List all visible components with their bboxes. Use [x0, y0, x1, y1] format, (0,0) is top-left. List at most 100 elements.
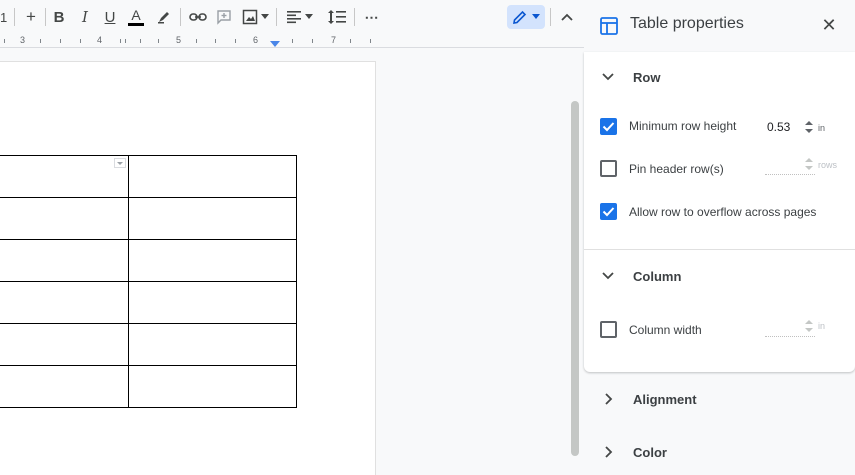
table-cell[interactable]: [0, 239, 129, 282]
hide-menus-button[interactable]: [556, 5, 578, 29]
more-options-button[interactable]: ⋯: [361, 5, 383, 29]
docs-app: 1 + B I U A ⋯ 3 4 5 6 7 Table properties…: [0, 0, 855, 475]
column-width-checkbox[interactable]: [600, 321, 617, 338]
vertical-scrollbar[interactable]: [571, 101, 579, 456]
pin-header-rows-input[interactable]: [765, 153, 815, 175]
ruler-tick: [158, 39, 159, 43]
document-table[interactable]: [0, 155, 298, 408]
table-row: [0, 323, 298, 366]
right-indent-marker[interactable]: [270, 41, 280, 47]
pin-header-rows-label: Pin header row(s): [629, 162, 724, 176]
min-row-height-checkbox[interactable]: [600, 118, 617, 135]
horizontal-ruler[interactable]: 3 4 5 6 7: [0, 34, 584, 48]
table-cell[interactable]: [127, 281, 298, 324]
table-cell[interactable]: [127, 197, 298, 240]
min-row-height-input[interactable]: 0.53: [765, 116, 815, 138]
toolbar-divider: [45, 8, 46, 26]
align-button[interactable]: [285, 5, 313, 29]
table-properties-panel: Table properties ✕ Row Minimum row heigh…: [584, 0, 855, 475]
font-size-input[interactable]: 1: [0, 5, 10, 29]
toolbar-divider: [276, 8, 277, 26]
column-width-input[interactable]: [765, 315, 815, 337]
ruler-tick: [125, 39, 126, 43]
toolbar-divider: [180, 8, 181, 26]
row-section-label: Row: [633, 70, 661, 85]
check-icon: [602, 122, 615, 132]
image-icon: [242, 9, 257, 25]
allow-row-overflow-checkbox[interactable]: [600, 203, 617, 220]
close-icon[interactable]: ✕: [820, 16, 838, 34]
editing-mode-button[interactable]: [507, 5, 545, 29]
align-left-icon: [286, 11, 301, 24]
column-width-label: Column width: [629, 323, 702, 337]
table-cell[interactable]: [0, 323, 129, 366]
check-icon: [602, 207, 615, 217]
min-row-height-value: 0.53: [767, 120, 791, 134]
table-cell[interactable]: [127, 323, 298, 366]
row-column-card: Row Minimum row height 0.53 in Pin heade…: [584, 52, 855, 372]
row-section-toggle[interactable]: Row: [584, 62, 855, 92]
link-icon: [189, 13, 207, 21]
ruler-tick: [40, 39, 41, 43]
ruler-tick: [215, 39, 216, 43]
toolbar: 1 + B I U A ⋯: [0, 0, 584, 34]
table-row: [0, 197, 298, 240]
ruler-tick: [350, 39, 351, 43]
document-page[interactable]: [0, 62, 375, 475]
color-section-toggle[interactable]: Color: [584, 435, 855, 469]
cell-menu-button[interactable]: [113, 158, 126, 168]
table-cell[interactable]: [0, 281, 129, 324]
pin-header-rows-unit: rows: [818, 160, 838, 170]
panel-header: Table properties ✕: [584, 0, 855, 52]
table-cell[interactable]: [0, 155, 129, 198]
italic-button[interactable]: I: [76, 5, 94, 29]
highlight-color-button[interactable]: [154, 5, 174, 29]
text-color-button[interactable]: A: [126, 5, 146, 29]
chevron-down-icon: [531, 14, 540, 19]
alignment-section-toggle[interactable]: Alignment: [584, 382, 855, 416]
comment-icon: [217, 10, 231, 25]
chevron-down-icon: [260, 14, 269, 19]
line-spacing-icon: [328, 10, 346, 24]
ruler-tick: [292, 39, 293, 43]
line-spacing-button[interactable]: [326, 5, 348, 29]
ruler-number: 6: [253, 35, 259, 45]
underline-button[interactable]: U: [101, 5, 119, 29]
highlighter-icon: [158, 12, 169, 24]
chevron-down-icon: [304, 14, 313, 19]
chevron-right-icon: [605, 393, 613, 405]
table-icon: [600, 17, 618, 35]
pin-header-rows-checkbox[interactable]: [600, 160, 617, 177]
ruler-tick: [235, 39, 236, 43]
pencil-icon: [512, 10, 526, 24]
column-section-toggle[interactable]: Column: [584, 261, 855, 291]
ruler-tick: [312, 39, 313, 43]
stepper-icon[interactable]: [805, 120, 813, 134]
ruler-number: 3: [20, 35, 26, 45]
chevron-down-icon: [602, 272, 614, 280]
chevron-down-icon: [602, 73, 614, 81]
column-width-unit: in: [818, 321, 826, 331]
table-cell[interactable]: [127, 155, 298, 198]
document-canvas: [0, 49, 584, 475]
table-cell[interactable]: [0, 197, 129, 240]
table-cell[interactable]: [0, 365, 129, 408]
table-row: [0, 365, 298, 408]
table-cell[interactable]: [127, 239, 298, 282]
color-section-label: Color: [633, 445, 667, 460]
ruler-tick: [60, 39, 61, 43]
text-color-label: A: [131, 7, 141, 23]
text-color-swatch: [128, 23, 144, 26]
ruler-tick: [196, 39, 197, 43]
panel-title: Table properties: [630, 15, 744, 32]
table-cell[interactable]: [127, 365, 298, 408]
min-row-height-label: Minimum row height: [629, 119, 737, 133]
add-comment-button[interactable]: [213, 5, 235, 29]
increase-font-size-button[interactable]: +: [20, 5, 42, 29]
insert-link-button[interactable]: [187, 5, 209, 29]
insert-image-button[interactable]: [240, 5, 270, 29]
table-row: [0, 155, 298, 198]
ruler-tick: [4, 39, 5, 43]
min-row-height-unit: in: [818, 123, 826, 133]
bold-button[interactable]: B: [50, 5, 68, 29]
